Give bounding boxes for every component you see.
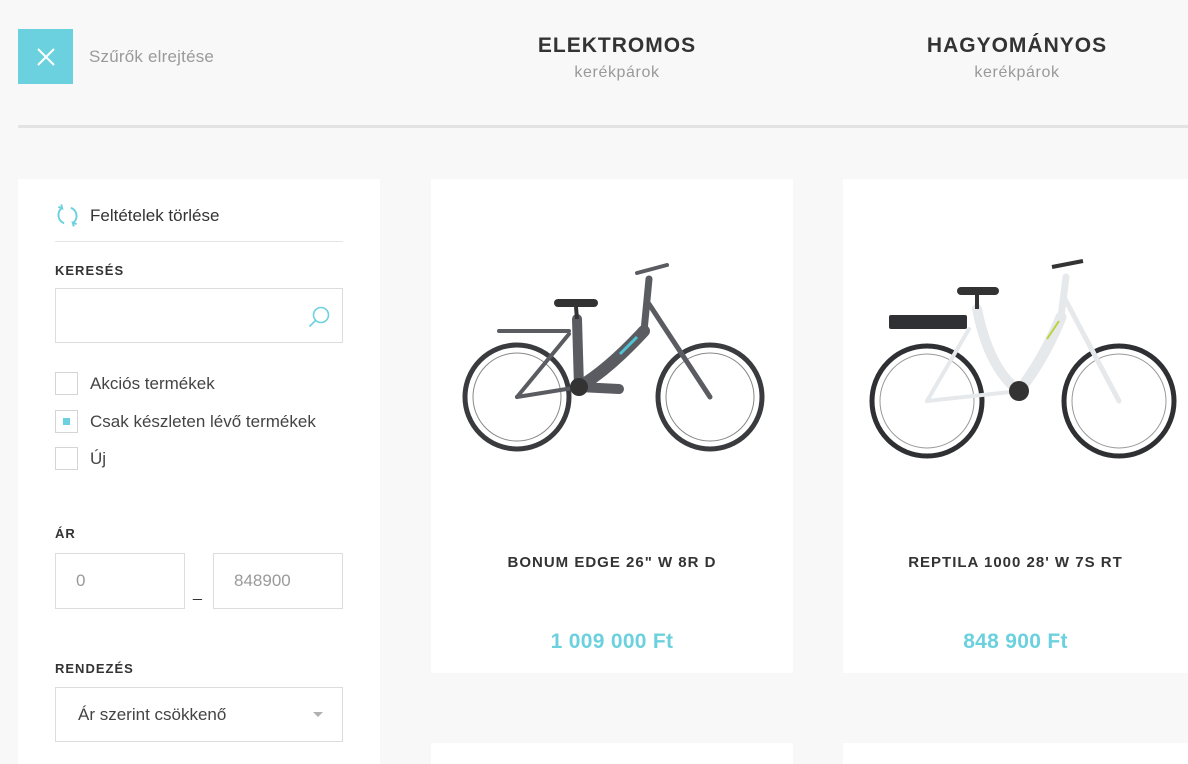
category-traditional[interactable]: HAGYOMÁNYOS kerékpárok: [902, 34, 1132, 82]
category-subtitle: kerékpárok: [574, 64, 660, 81]
hide-filters-button[interactable]: [18, 29, 73, 84]
sort-select[interactable]: Ár szerint csökkenő: [55, 687, 343, 742]
sort-label: RENDEZÉS: [55, 661, 134, 676]
in-stock-checkbox[interactable]: [55, 410, 78, 433]
category-title: HAGYOMÁNYOS: [926, 34, 1108, 57]
product-name[interactable]: REPTILA 1000 28' W 7S RT: [843, 554, 1188, 571]
sidebar-divider: [55, 241, 343, 242]
search-input[interactable]: [56, 289, 296, 342]
reset-filters-button[interactable]: Feltételek törlése: [55, 203, 219, 228]
filter-new-checkbox-row[interactable]: Új: [55, 447, 106, 470]
filter-in-stock-checkbox-row[interactable]: Csak készleten lévő termékek: [55, 410, 316, 433]
in-stock-checkbox-label: Csak készleten lévő termékek: [90, 411, 316, 431]
category-title: ELEKTROMOS: [537, 34, 697, 57]
product-card[interactable]: [431, 743, 793, 764]
search-label: KERESÉS: [55, 263, 125, 278]
product-card[interactable]: REPTILA 1000 28' W 7S RT 848 900 Ft: [843, 179, 1188, 673]
sale-checkbox[interactable]: [55, 372, 78, 395]
refresh-icon: [57, 204, 78, 227]
category-subtitle: kerékpárok: [974, 64, 1060, 81]
search-icon[interactable]: [308, 306, 330, 328]
new-checkbox[interactable]: [55, 447, 78, 470]
product-price: 1 009 000 Ft: [550, 630, 674, 653]
new-checkbox-label: Új: [90, 448, 107, 468]
product-name[interactable]: BONUM EDGE 26" W 8R D: [431, 554, 793, 571]
search-field: [55, 288, 343, 343]
sale-checkbox-label: Akciós termékek: [90, 373, 215, 393]
reset-filters-label: Feltételek törlése: [90, 205, 220, 225]
close-icon: [36, 47, 55, 66]
sort-selected-value: Ár szerint csökkenő: [78, 704, 227, 724]
price-min-input[interactable]: [55, 553, 185, 609]
electric-bike-image: [869, 259, 1177, 459]
header-divider: [18, 125, 1188, 128]
electric-bike-image: [462, 263, 765, 452]
category-electric[interactable]: ELEKTROMOS kerékpárok: [517, 34, 717, 82]
filter-sale-checkbox-row[interactable]: Akciós termékek: [55, 372, 215, 395]
product-card[interactable]: BONUM EDGE 26" W 8R D 1 009 000 Ft: [431, 179, 793, 673]
hide-filters-label[interactable]: Szűrők elrejtése: [89, 47, 214, 67]
price-max-input[interactable]: [213, 553, 343, 609]
filter-sidebar: Feltételek törlése KERESÉS Akciós termék…: [18, 179, 380, 764]
price-label: ÁR: [55, 526, 76, 541]
product-card[interactable]: [843, 743, 1188, 764]
chevron-down-icon: [313, 712, 323, 717]
product-price: 848 900 Ft: [963, 630, 1068, 653]
price-separator: _: [193, 584, 202, 601]
